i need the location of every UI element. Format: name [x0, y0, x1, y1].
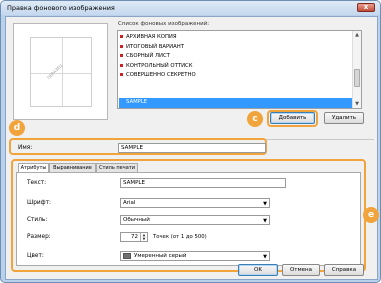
- name-input[interactable]: SAMPLE: [118, 143, 266, 153]
- font-select[interactable]: Arial ▼: [120, 198, 270, 208]
- chevron-down-icon: ▼: [263, 218, 267, 224]
- preview-pane: ОБРАЗЕЦ: [13, 23, 108, 120]
- callout-c: c: [247, 111, 263, 127]
- list-item-label: SAMPLE: [126, 99, 148, 105]
- list-item[interactable]: СБОРНЫЙ ЛИСТ: [119, 52, 352, 62]
- text-label: Текст:: [27, 180, 47, 186]
- font-value: Arial: [123, 200, 136, 206]
- delete-button[interactable]: Удалить: [324, 112, 364, 124]
- close-button[interactable]: x: [357, 3, 375, 12]
- scroll-thumb[interactable]: [354, 69, 360, 87]
- callout-e: e: [363, 207, 379, 223]
- list-item-selected[interactable]: SAMPLE: [119, 98, 352, 108]
- list-item[interactable]: КОНТРОЛЬНЫЙ ОТТИСК: [119, 62, 352, 72]
- size-label: Размер:: [27, 234, 51, 240]
- list-scrollbar[interactable]: ▲ ▼: [352, 31, 361, 108]
- watermark-list[interactable]: АРХИВНАЯ КОПИЯ ИТОГОВЫЙ ВАРИАНТ СБОРНЫЙ …: [117, 30, 362, 109]
- window-title: Правка фонового изображения: [7, 4, 115, 12]
- preview-page: ОБРАЗЕЦ: [30, 37, 92, 107]
- style-value: Обычный: [123, 217, 150, 223]
- bullet-icon: [120, 44, 123, 48]
- color-swatch: [123, 253, 131, 259]
- title-bar[interactable]: Правка фонового изображения x: [1, 1, 380, 15]
- help-button[interactable]: Справка: [324, 264, 364, 276]
- chevron-down-icon: ▼: [263, 201, 267, 207]
- list-item-label: АРХИВНАЯ КОПИЯ: [126, 34, 177, 40]
- preview-hline: [31, 73, 91, 74]
- style-label: Стиль:: [27, 217, 48, 223]
- name-label: Имя:: [18, 145, 33, 151]
- style-select[interactable]: Обычный ▼: [120, 215, 270, 225]
- color-value: Умеренный серый: [134, 253, 187, 259]
- preview-watermark: ОБРАЗЕЦ: [46, 62, 64, 81]
- color-select[interactable]: Умеренный серый ▼: [120, 251, 270, 261]
- bullet-icon: [120, 35, 123, 38]
- list-item[interactable]: ИТОГОВЫЙ ВАРИАНТ: [119, 43, 352, 53]
- list-item-label: СБОРНЫЙ ЛИСТ: [126, 53, 170, 59]
- attributes-panel: Текст: SAMPLE Шрифт: Arial ▼ Стиль: Обычн…: [16, 172, 361, 266]
- chevron-down-icon: ▼: [263, 254, 267, 260]
- bullet-icon: [120, 54, 123, 57]
- list-item-label: СОВЕРШЕННО СЕКРЕТНО: [126, 72, 196, 78]
- scroll-down-icon[interactable]: ▼: [353, 100, 361, 108]
- scroll-up-icon[interactable]: ▲: [353, 31, 361, 39]
- size-units: Точек (от 1 до 500): [153, 234, 207, 240]
- dialog-window: Правка фонового изображения x ОБРАЗЕЦ Сп…: [0, 0, 381, 283]
- list-item-label: ИТОГОВЫЙ ВАРИАНТ: [126, 43, 184, 50]
- preview-vline: [62, 38, 63, 106]
- size-value: 72: [131, 234, 138, 240]
- color-label: Цвет:: [27, 253, 44, 259]
- size-stepper[interactable]: 72 ▲ ▼: [120, 232, 148, 242]
- cancel-button[interactable]: Отмена: [282, 264, 320, 276]
- dialog-client: ОБРАЗЕЦ Список фоновых изображений: АРХИ…: [5, 16, 379, 280]
- bullet-icon: [120, 73, 123, 76]
- callout-d: d: [9, 120, 25, 136]
- bullet-icon: [120, 63, 123, 67]
- font-label: Шрифт:: [27, 200, 51, 206]
- ok-button[interactable]: OK: [238, 264, 278, 276]
- text-input[interactable]: SAMPLE: [120, 178, 286, 188]
- list-item-label: КОНТРОЛЬНЫЙ ОТТИСК: [126, 62, 193, 69]
- list-item[interactable]: СОВЕРШЕННО СЕКРЕТНО: [119, 71, 352, 81]
- list-item[interactable]: АРХИВНАЯ КОПИЯ: [119, 33, 352, 43]
- list-label: Список фоновых изображений:: [118, 21, 210, 27]
- spin-arrows-icon[interactable]: ▲ ▼: [140, 233, 147, 241]
- add-button[interactable]: Добавить: [270, 112, 315, 124]
